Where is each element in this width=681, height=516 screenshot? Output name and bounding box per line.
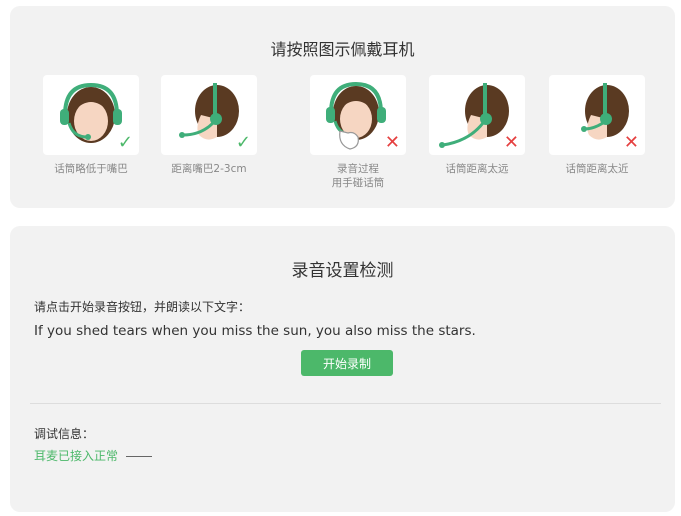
guide-card-mic-below-mouth: ✓ xyxy=(43,75,139,155)
status-dash-line xyxy=(125,456,152,457)
wrong-cross-icon: ✕ xyxy=(384,132,400,153)
read-aloud-sentence: If you shed tears when you miss the sun,… xyxy=(34,323,476,339)
card-caption: 距离嘴巴2-3cm xyxy=(171,163,247,175)
recording-check-title: 录音设置检测 xyxy=(291,261,394,281)
divider xyxy=(30,403,661,404)
guide-card-hand-touch: ✕ xyxy=(310,75,406,155)
guide-card-mic-too-far: ✕ xyxy=(429,75,525,155)
card-caption: 话筒略低于嘴巴 xyxy=(54,163,128,175)
correct-check-icon: ✓ xyxy=(235,132,251,153)
guide-card-mic-distance: ✓ xyxy=(161,75,257,155)
guide-card-mic-too-near: ✕ xyxy=(549,75,645,155)
wrong-cross-icon: ✕ xyxy=(503,132,519,153)
start-recording-button[interactable]: 开始录制 xyxy=(301,350,393,376)
recording-check-panel: 录音设置检测 请点击开始录音按钮，并朗读以下文字： If you shed te… xyxy=(10,226,675,512)
wrong-cross-icon: ✕ xyxy=(623,132,639,153)
card-caption: 话筒距离太近 xyxy=(565,163,629,175)
debug-status-line: 耳麦已接入正常 xyxy=(34,447,152,464)
headset-guide-panel: 请按照图示佩戴耳机 ✓ ✓ ✕ ✕ ✕ 话筒略低于嘴巴 距离嘴巴2-3cm 录音… xyxy=(10,6,675,208)
guide-title: 请按照图示佩戴耳机 xyxy=(270,40,415,59)
correct-check-icon: ✓ xyxy=(117,132,133,153)
recording-instruction: 请点击开始录音按钮，并朗读以下文字： xyxy=(34,300,251,314)
headset-status-text: 耳麦已接入正常 xyxy=(34,449,119,463)
card-caption: 话筒距离太远 xyxy=(445,163,509,175)
debug-info-label: 调试信息： xyxy=(34,427,95,441)
card-caption: 录音过程 用手碰话筒 xyxy=(331,163,385,189)
